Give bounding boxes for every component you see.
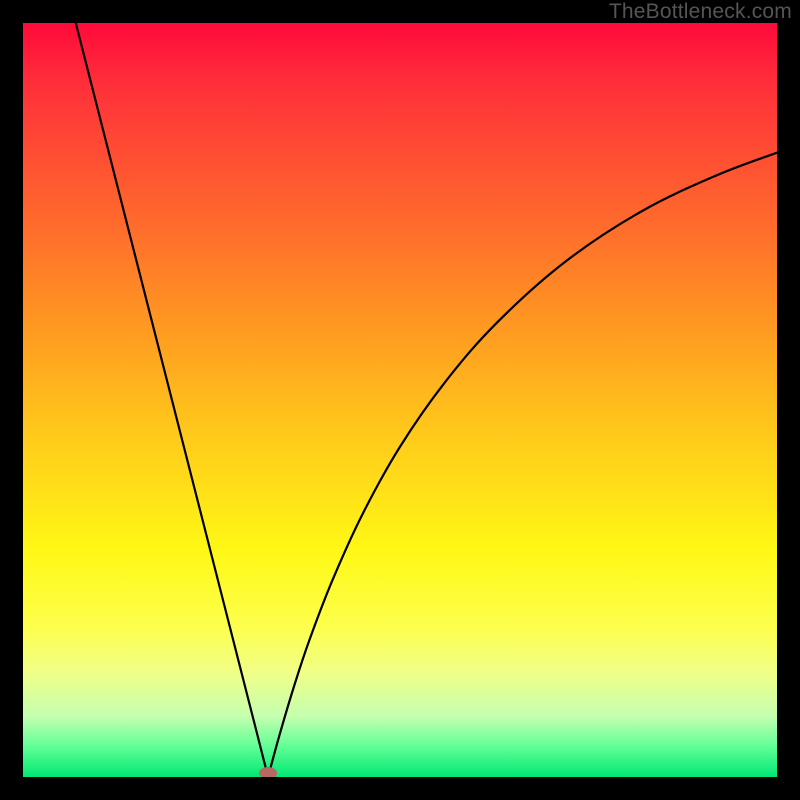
chart-frame — [23, 23, 777, 777]
chart-svg — [23, 23, 777, 777]
right-branch-curve — [268, 153, 777, 777]
attribution-text: TheBottleneck.com — [609, 0, 792, 24]
minimum-marker — [259, 767, 277, 777]
left-branch-curve — [76, 23, 268, 777]
